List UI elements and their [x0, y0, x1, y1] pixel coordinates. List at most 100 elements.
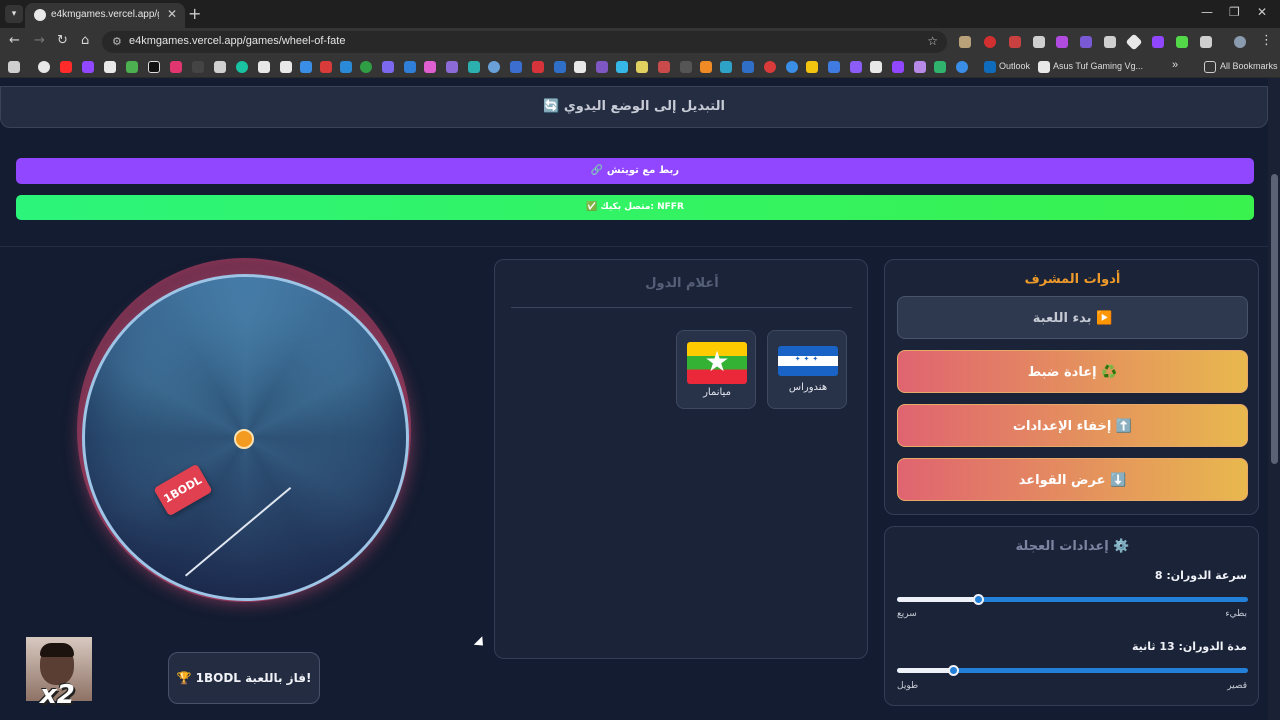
bookmark-icon[interactable] [300, 61, 312, 73]
extension-icon[interactable] [1056, 36, 1068, 48]
bookmark-icon[interactable] [60, 61, 72, 73]
tab-search-icon[interactable]: ▾ [5, 5, 23, 23]
bookmark-icon[interactable] [574, 61, 586, 73]
browser-menu-icon[interactable]: ⋮ [1260, 33, 1273, 48]
extension-icon[interactable] [1033, 36, 1045, 48]
extension-icon[interactable] [1125, 33, 1143, 51]
bookmark-icon[interactable] [404, 61, 416, 73]
extension-icon[interactable] [1152, 36, 1164, 48]
bookmark-asus[interactable]: Asus Tuf Gaming Vg... [1053, 61, 1143, 71]
bookmark-icon[interactable] [258, 61, 270, 73]
new-tab-icon[interactable]: + [188, 4, 201, 23]
bookmark-icon[interactable] [764, 61, 776, 73]
flag-name: هندوراس [788, 382, 828, 393]
flag-card-myanmar[interactable]: ★ ميانمار [676, 330, 756, 409]
bookmark-icon[interactable] [616, 61, 628, 73]
bookmark-icon[interactable] [148, 61, 160, 73]
bookmark-icon[interactable] [236, 61, 248, 73]
bookmark-icon[interactable] [742, 61, 754, 73]
spin-speed-slider[interactable] [897, 594, 1248, 605]
scrollbar-thumb[interactable] [1271, 174, 1278, 464]
extension-icon[interactable] [959, 36, 971, 48]
bookmark-icon[interactable] [382, 61, 394, 73]
spin-duration-thumb[interactable] [948, 665, 960, 676]
page-scrollbar[interactable] [1268, 78, 1280, 720]
minimize-icon[interactable]: — [1201, 5, 1213, 19]
myanmar-flag-icon: ★ [687, 342, 747, 384]
bookmark-icon[interactable] [636, 61, 648, 73]
start-game-button[interactable]: بدء اللعبة ▶️ [897, 296, 1248, 339]
home-icon[interactable]: ⌂ [81, 33, 89, 48]
bookmark-icon[interactable] [596, 61, 608, 73]
bookmark-icon[interactable] [320, 61, 332, 73]
show-rules-button[interactable]: عرض القواعد ⬇️ [897, 458, 1248, 501]
bookmark-icon[interactable] [892, 61, 904, 73]
address-bar[interactable]: ⚙ e4kmgames.vercel.app/games/wheel-of-fa… [102, 31, 947, 53]
bookmark-icon[interactable] [468, 61, 480, 73]
bookmark-icon[interactable] [360, 61, 372, 73]
bookmark-icon[interactable] [700, 61, 712, 73]
bookmark-icon[interactable] [658, 61, 670, 73]
extension-icon[interactable] [984, 36, 996, 48]
extension-icon[interactable] [1080, 36, 1092, 48]
outlook-icon[interactable] [984, 61, 996, 73]
tab-close-icon[interactable]: ✕ [167, 7, 177, 21]
bookmark-icon[interactable] [340, 61, 352, 73]
bookmarks-bar: Outlook Asus Tuf Gaming Vg... » All Book… [0, 56, 1280, 78]
bookmark-icon[interactable] [914, 61, 926, 73]
twitch-connect-button[interactable]: 🔗 ربط مع تويتش [16, 158, 1254, 184]
apps-grid-icon[interactable] [8, 61, 20, 73]
bookmark-icon[interactable] [806, 61, 818, 73]
bookmark-icon[interactable] [488, 61, 500, 73]
bookmark-icon[interactable] [720, 61, 732, 73]
spin-duration-slider[interactable] [897, 665, 1248, 676]
kick-connected-status: ✅ متصل بكيك: NFFR [16, 195, 1254, 220]
bookmark-star-icon[interactable]: ☆ [927, 34, 938, 48]
bookmark-icon[interactable] [104, 61, 116, 73]
bookmark-icon[interactable] [554, 61, 566, 73]
browser-tab[interactable]: e4kmgames.vercel.app/games/ ✕ [25, 3, 185, 28]
bookmark-icon[interactable] [38, 61, 50, 73]
bookmark-icon[interactable] [850, 61, 862, 73]
bookmark-icon[interactable] [828, 61, 840, 73]
bookmark-icon[interactable] [192, 61, 204, 73]
extension-icon[interactable] [1176, 36, 1188, 48]
bookmark-icon[interactable] [280, 61, 292, 73]
bookmark-outlook[interactable]: Outlook [999, 61, 1030, 71]
bookmark-icon[interactable] [214, 61, 226, 73]
spin-speed-thumb[interactable] [972, 594, 984, 605]
bookmark-icon[interactable] [870, 61, 882, 73]
bookmark-icon[interactable] [680, 61, 692, 73]
bookmark-icon[interactable] [446, 61, 458, 73]
manual-mode-button[interactable]: 🔄 التبديل إلى الوضع اليدوي [0, 86, 1268, 128]
browser-toolbar: ← → ↻ ⌂ ⚙ e4kmgames.vercel.app/games/whe… [0, 28, 1280, 56]
bookmark-icon[interactable] [82, 61, 94, 73]
maximize-icon[interactable]: ❐ [1229, 5, 1240, 19]
extension-icon[interactable] [1009, 36, 1021, 48]
bookmark-icon[interactable] [1038, 61, 1050, 73]
bookmark-icon[interactable] [934, 61, 946, 73]
flag-card-honduras[interactable]: ✦✦✦ هندوراس [767, 330, 847, 409]
hide-settings-button[interactable]: إخفاء الإعدادات ⬆️ [897, 404, 1248, 447]
all-bookmarks[interactable]: All Bookmarks [1220, 61, 1278, 71]
bookmark-icon[interactable] [170, 61, 182, 73]
back-icon[interactable]: ← [9, 33, 20, 48]
profile-avatar[interactable] [1234, 36, 1246, 48]
extensions-puzzle-icon[interactable] [1200, 36, 1212, 48]
more-bookmarks-icon[interactable]: » [1172, 59, 1178, 71]
forward-icon[interactable]: → [34, 33, 45, 48]
bookmark-icon[interactable] [126, 61, 138, 73]
globe-icon[interactable] [956, 61, 968, 73]
bookmark-icon[interactable] [510, 61, 522, 73]
site-info-icon[interactable]: ⚙ [112, 35, 122, 48]
reset-button[interactable]: إعادة ضبط ♻️ [897, 350, 1248, 393]
flags-divider [511, 307, 852, 308]
close-window-icon[interactable]: ✕ [1257, 5, 1267, 19]
duration-max-label: طويل [897, 681, 919, 691]
reload-icon[interactable]: ↻ [57, 33, 68, 48]
webcam-hair [40, 643, 74, 657]
bookmark-icon[interactable] [532, 61, 544, 73]
mute-icon[interactable] [1104, 36, 1116, 48]
bookmark-icon[interactable] [786, 61, 798, 73]
bookmark-icon[interactable] [424, 61, 436, 73]
